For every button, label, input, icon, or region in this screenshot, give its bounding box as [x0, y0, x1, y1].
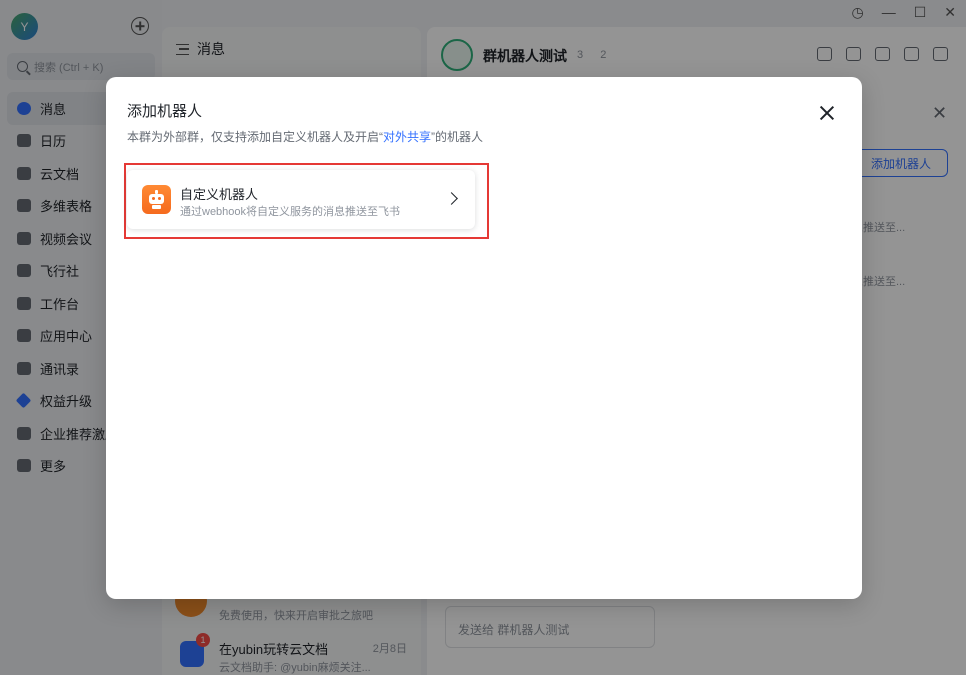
external-share-link[interactable]: 对外共享 [383, 130, 431, 144]
add-bot-dialog: 添加机器人 本群为外部群，仅支持添加自定义机器人及开启“对外共享”的机器人 自定… [106, 77, 862, 599]
bot-option-description: 通过webhook将自定义服务的消息推送至飞书 [180, 206, 401, 218]
robot-icon [142, 185, 171, 214]
close-button[interactable] [817, 103, 837, 123]
desc-text: 本群为外部群，仅支持添加自定义机器人及开启“ [127, 130, 383, 144]
dialog-title: 添加机器人 [127, 103, 203, 120]
chevron-right-icon [445, 192, 458, 205]
custom-bot-option[interactable]: 自定义机器人 通过webhook将自定义服务的消息推送至飞书 [127, 170, 475, 229]
desc-text: ”的机器人 [431, 130, 484, 144]
bot-option-name: 自定义机器人 [180, 187, 259, 202]
dialog-description: 本群为外部群，仅支持添加自定义机器人及开启“对外共享”的机器人 [127, 128, 483, 145]
